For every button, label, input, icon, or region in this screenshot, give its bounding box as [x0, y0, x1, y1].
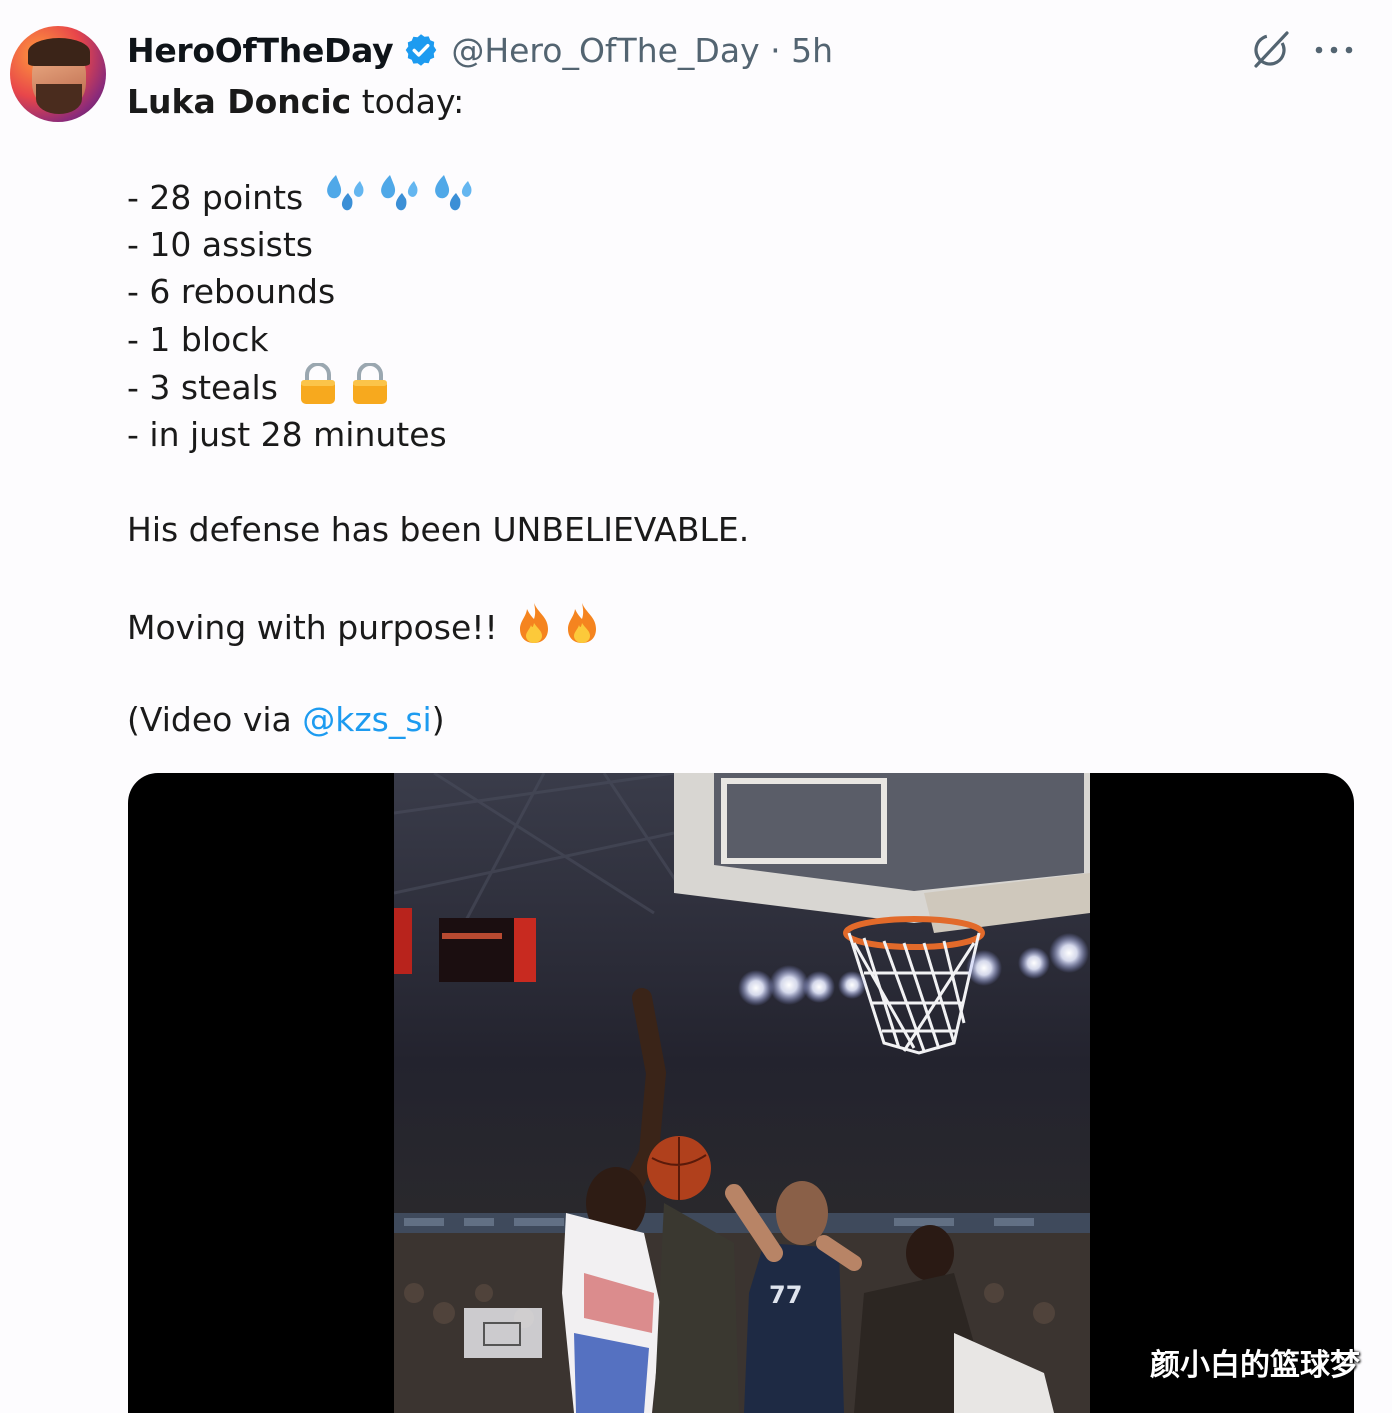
- stat-minutes: - in just 28 minutes: [127, 414, 447, 454]
- display-name[interactable]: HeroOfTheDay: [127, 31, 394, 70]
- stat-steals: - 3 steals: [127, 368, 278, 407]
- moving-text: Moving with purpose!!: [127, 607, 498, 647]
- stat-line: - 28 points: [127, 173, 1347, 221]
- video-player[interactable]: 77: [128, 773, 1354, 1413]
- intro-rest: today:: [351, 82, 465, 121]
- watermark: 颜小白的篮球梦: [1150, 1348, 1360, 1383]
- player-name: Luka Doncic: [127, 82, 352, 121]
- stat-points: - 28 points: [127, 178, 304, 217]
- stat-rebounds: - 6 rebounds: [127, 272, 336, 311]
- stat-block: - 1 block: [127, 319, 269, 359]
- defense-text: His defense has been UNBELIEVABLE.: [127, 509, 750, 549]
- mention-link[interactable]: @kzs_si: [302, 700, 432, 739]
- timestamp[interactable]: 5h: [791, 31, 833, 70]
- sweat-droplets-emoji: [322, 173, 368, 228]
- defense-line: His defense has been UNBELIEVABLE.: [127, 506, 1347, 554]
- handle-and-time[interactable]: @Hero_OfThe_Day · 5h: [451, 31, 833, 70]
- stat-line: - 1 block: [127, 316, 1347, 364]
- credit-line: (Video via @kzs_si): [127, 696, 1347, 744]
- fire-emoji: [560, 601, 604, 658]
- jersey-number: 77: [769, 1281, 802, 1309]
- credit-prefix: (Video via: [127, 699, 303, 739]
- handle[interactable]: @Hero_OfThe_Day: [451, 31, 759, 70]
- stat-line: - 3 steals: [127, 362, 1347, 411]
- lock-emoji: [348, 362, 392, 418]
- sweat-droplets-emoji: [430, 173, 476, 228]
- moving-line: Moving with purpose!!: [127, 601, 1347, 649]
- intro-line: Luka Doncic today:: [127, 78, 1347, 126]
- more-icon[interactable]: [1312, 32, 1356, 68]
- grok-icon[interactable]: [1250, 28, 1292, 70]
- fire-emoji: [512, 601, 556, 658]
- avatar-beard: [36, 84, 82, 114]
- lock-emoji: [296, 362, 340, 418]
- stat-line: - 10 assists: [127, 221, 1347, 269]
- sweat-droplets-emoji: [376, 173, 422, 228]
- post-text: Luka Doncic today: - 28 points - 10 assi…: [127, 78, 1347, 743]
- separator: ·: [770, 30, 781, 70]
- stat-assists: - 10 assists: [127, 224, 313, 264]
- verified-badge-icon: [403, 32, 439, 68]
- avatar-hair: [28, 38, 90, 66]
- avatar[interactable]: [10, 26, 106, 122]
- credit-suffix: ): [431, 699, 445, 739]
- stat-line: - 6 rebounds: [127, 268, 1347, 316]
- video-frame[interactable]: 77: [393, 773, 1090, 1413]
- stat-line: - in just 28 minutes: [127, 411, 1347, 459]
- post-header: HeroOfTheDay @Hero_OfThe_Day · 5h: [127, 26, 833, 74]
